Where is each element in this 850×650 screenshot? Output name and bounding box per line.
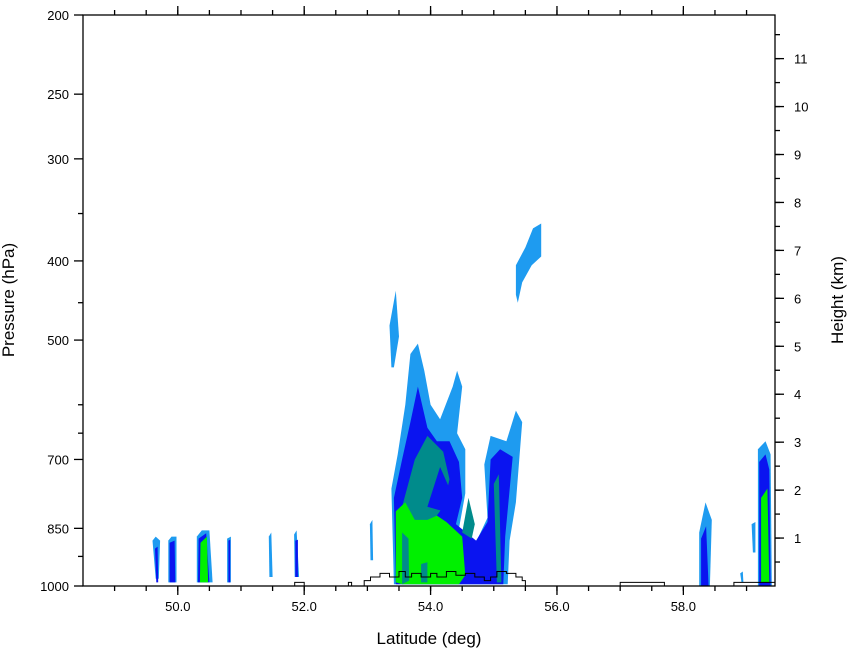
y2-tick-label: 11: [794, 52, 808, 67]
y2-tick-label: 5: [794, 339, 801, 354]
contour-region-8: [228, 539, 231, 583]
y-tick-label: 200: [47, 8, 69, 23]
y-axis-title: Pressure (hPa): [0, 243, 18, 357]
y2-tick-label: 3: [794, 435, 801, 450]
contour-region-3: [169, 540, 176, 583]
y-tick-label: 850: [47, 521, 69, 536]
y2-tick-label: 7: [794, 243, 801, 258]
contour-region-9: [268, 532, 273, 577]
x-axis-title: Latitude (deg): [377, 629, 482, 648]
contour-fill-layer: [152, 223, 772, 586]
x-tick-label: 54.0: [418, 599, 443, 614]
contour-region-26: [751, 522, 756, 553]
x-tick-label: 58.0: [671, 599, 696, 614]
y-tick-label: 700: [47, 452, 69, 467]
y2-tick-label: 1: [794, 531, 801, 546]
x-tick-label: 50.0: [165, 599, 190, 614]
contour-region-22: [421, 562, 428, 583]
y2-tick-label: 6: [794, 291, 801, 306]
contour-region-11: [295, 539, 298, 577]
y-tick-label: 1000: [40, 579, 69, 594]
y-tick-label: 250: [47, 87, 69, 102]
y2-tick-label: 9: [794, 148, 801, 163]
x-tick-label: 52.0: [292, 599, 317, 614]
y2-tick-label: 8: [794, 195, 801, 210]
y2-tick-label: 2: [794, 483, 801, 498]
y2-axis-title: Height (km): [828, 256, 847, 344]
y2-tick-label: 4: [794, 387, 801, 402]
y-tick-label: 400: [47, 254, 69, 269]
y2-tick-label: 10: [794, 100, 808, 115]
y-tick-label: 300: [47, 152, 69, 167]
contour-region-13: [389, 290, 399, 368]
contour-region-18: [462, 497, 475, 539]
contour-region-27: [740, 571, 744, 583]
contour-region-23: [515, 223, 542, 303]
y-tick-label: 500: [47, 333, 69, 348]
contour-region-6: [199, 536, 209, 583]
x-tick-label: 56.0: [544, 599, 569, 614]
contour-region-12: [369, 519, 374, 561]
contour-chart: 50.0 52.0 54.0 56.0 58.020025030040050070085…: [0, 6, 847, 648]
